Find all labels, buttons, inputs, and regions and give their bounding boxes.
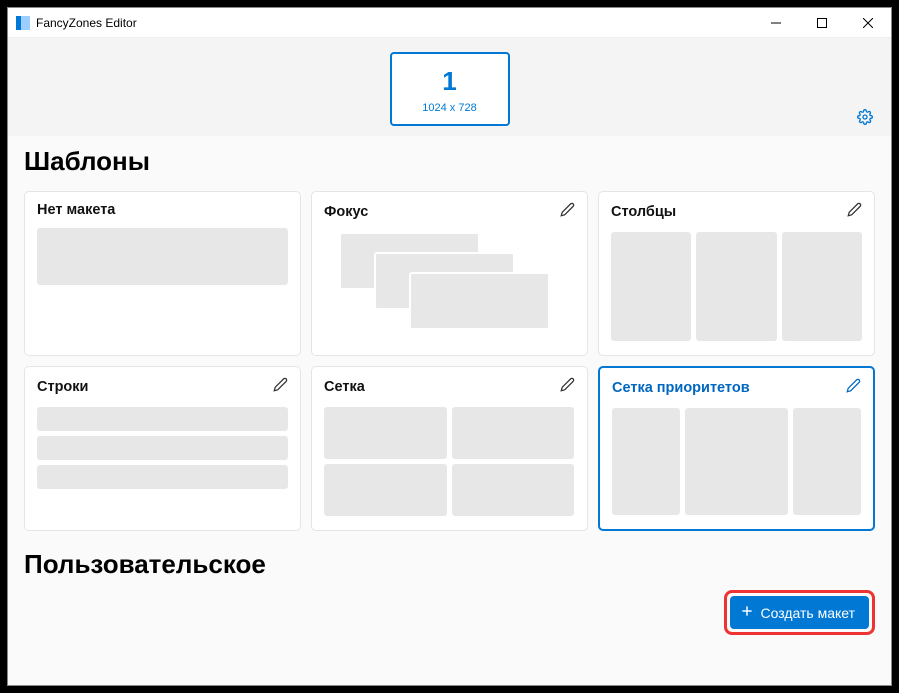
edit-icon[interactable] <box>846 378 861 398</box>
window-title: FancyZones Editor <box>36 16 137 30</box>
minimize-button[interactable] <box>753 8 799 38</box>
layout-card-rows[interactable]: Строки <box>24 366 301 531</box>
custom-heading: Пользовательское <box>24 549 875 580</box>
edit-icon[interactable] <box>847 202 862 222</box>
titlebar: FancyZones Editor <box>8 8 891 38</box>
layout-preview <box>611 230 862 341</box>
layout-card-blank[interactable]: Нет макета <box>24 191 301 356</box>
layout-title: Сетка <box>324 379 365 395</box>
monitor-card[interactable]: 1 1024 x 728 <box>390 52 510 126</box>
monitor-number: 1 <box>392 68 508 94</box>
layout-title: Строки <box>37 379 88 395</box>
layout-preview <box>37 405 288 516</box>
layout-preview <box>324 405 575 516</box>
app-icon <box>16 16 30 30</box>
monitors-header: 1 1024 x 728 <box>8 38 891 136</box>
layout-preview <box>612 406 861 515</box>
close-button[interactable] <box>845 8 891 38</box>
create-layout-label: Создать макет <box>760 605 855 621</box>
layout-card-priority-grid[interactable]: Сетка приоритетов <box>598 366 875 531</box>
layout-title: Столбцы <box>611 204 676 220</box>
layout-title: Нет макета <box>37 202 115 218</box>
layout-preview <box>324 230 575 341</box>
layout-card-grid[interactable]: Сетка <box>311 366 588 531</box>
settings-button[interactable] <box>857 109 873 130</box>
edit-icon[interactable] <box>560 202 575 222</box>
create-layout-button[interactable]: Создать макет <box>730 596 869 629</box>
layout-title: Фокус <box>324 204 368 220</box>
edit-icon[interactable] <box>273 377 288 397</box>
edit-icon[interactable] <box>560 377 575 397</box>
layout-card-columns[interactable]: Столбцы <box>598 191 875 356</box>
layout-preview <box>37 226 288 341</box>
layout-card-focus[interactable]: Фокус <box>311 191 588 356</box>
layout-title: Сетка приоритетов <box>612 380 750 396</box>
content-area: Шаблоны Нет макета Фокус <box>8 136 891 685</box>
plus-icon <box>740 604 754 621</box>
monitor-resolution: 1024 x 728 <box>392 102 508 114</box>
maximize-button[interactable] <box>799 8 845 38</box>
app-window: FancyZones Editor 1 1024 x 728 Шаблоны <box>7 7 892 686</box>
templates-heading: Шаблоны <box>24 146 875 177</box>
templates-grid: Нет макета Фокус Столбцы <box>24 191 875 531</box>
highlight-annotation: Создать макет <box>724 590 875 635</box>
